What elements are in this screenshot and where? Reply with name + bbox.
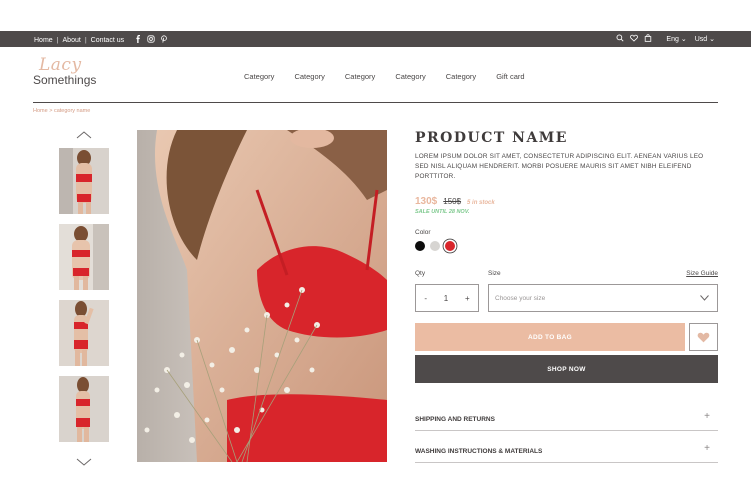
- accordion-shipping-returns[interactable]: SHIPPING AND RETURNS +: [415, 405, 718, 431]
- accordion-title: SHIPPING AND RETURNS: [415, 416, 495, 423]
- heart-icon: [697, 332, 710, 343]
- divider: |: [56, 36, 59, 44]
- product-main-image[interactable]: [137, 130, 387, 462]
- qty-value[interactable]: 1: [444, 294, 448, 303]
- facebook-icon[interactable]: [134, 35, 142, 45]
- price-row: 130$ 150$ 5 in stock: [415, 196, 718, 207]
- product-thumbnail[interactable]: [59, 224, 109, 290]
- plus-icon[interactable]: +: [704, 443, 710, 454]
- color-swatches: [415, 241, 718, 251]
- accordion-washing-instructions[interactable]: WASHING INSTRUCTIONS & MATERIALS +: [415, 437, 718, 463]
- product-description: LOREM IPSUM DOLOR SIT AMET, CONSECTETUR …: [415, 153, 704, 180]
- nav-category-3[interactable]: Category: [345, 72, 375, 81]
- main-nav: Category Category Category Category Cate…: [244, 72, 525, 81]
- add-to-bag-button[interactable]: ADD TO BAG: [415, 323, 685, 351]
- stock-status: 5 in stock: [467, 200, 495, 206]
- product-thumbnail[interactable]: [59, 300, 109, 366]
- nav-category-2[interactable]: Category: [294, 72, 324, 81]
- chevron-down-icon: ⌄: [680, 36, 687, 43]
- color-swatch-red[interactable]: [445, 241, 455, 251]
- sale-note: SALE UNTIL 28 NOV.: [415, 209, 470, 215]
- wishlist-button[interactable]: [689, 323, 718, 351]
- color-swatch-grey[interactable]: [430, 241, 440, 251]
- heart-icon[interactable]: [630, 34, 639, 44]
- currency-select[interactable]: Usd ⌄: [695, 35, 715, 43]
- qty-increase-button[interactable]: +: [465, 294, 470, 303]
- size-placeholder: Choose your size: [495, 294, 546, 302]
- logo-script-text: Lacy: [39, 55, 82, 75]
- plus-icon[interactable]: +: [704, 411, 710, 422]
- product-name: PRODUCT NAME: [415, 130, 568, 146]
- quantity-stepper: - 1 +: [415, 284, 479, 312]
- instagram-icon[interactable]: [147, 35, 155, 45]
- bag-icon[interactable]: [644, 34, 652, 44]
- logo-sans-text: Somethings: [33, 73, 97, 87]
- chevron-down-icon: [700, 295, 709, 301]
- language-select[interactable]: Eng ⌄: [666, 35, 686, 43]
- old-price: 150$: [443, 197, 462, 206]
- size-label: Size: [488, 270, 501, 277]
- nav-gift-card[interactable]: Gift card: [496, 72, 524, 81]
- product-info: PRODUCT NAME LOREM IPSUM DOLOR SIT AMET,…: [415, 130, 718, 463]
- nav-category-4[interactable]: Category: [395, 72, 425, 81]
- search-icon[interactable]: [616, 34, 624, 44]
- chevron-up-icon[interactable]: [76, 127, 92, 139]
- breadcrumb[interactable]: Home > category name: [33, 108, 90, 114]
- product-thumbnail[interactable]: [59, 376, 109, 442]
- size-guide-link[interactable]: Size Guide: [686, 270, 718, 277]
- nav-category-5[interactable]: Category: [446, 72, 476, 81]
- chevron-down-icon: ⌄: [709, 36, 715, 43]
- about-link[interactable]: About: [63, 37, 81, 44]
- qty-label: Qty: [415, 270, 426, 277]
- chevron-down-icon[interactable]: [76, 454, 92, 466]
- current-price: 130$: [415, 196, 438, 207]
- home-link[interactable]: Home: [34, 37, 53, 44]
- nav-category-1[interactable]: Category: [244, 72, 274, 81]
- color-swatch-black[interactable]: [415, 241, 425, 251]
- pinterest-icon[interactable]: [160, 35, 168, 45]
- size-select[interactable]: Choose your size: [488, 284, 718, 312]
- site-header: Lacy Somethings Category Category Catego…: [33, 47, 718, 103]
- color-label: Color: [415, 229, 431, 236]
- logo[interactable]: Lacy Somethings: [33, 55, 103, 97]
- divider: |: [84, 36, 87, 44]
- product-thumbnail[interactable]: [59, 148, 109, 214]
- shop-now-button[interactable]: SHOP NOW: [415, 355, 718, 383]
- qty-decrease-button[interactable]: -: [424, 294, 427, 303]
- top-bar: Home | About | Contact us Eng ⌄ Usd ⌄: [0, 31, 751, 47]
- accordion-title: WASHING INSTRUCTIONS & MATERIALS: [415, 448, 543, 455]
- contact-link[interactable]: Contact us: [91, 37, 124, 44]
